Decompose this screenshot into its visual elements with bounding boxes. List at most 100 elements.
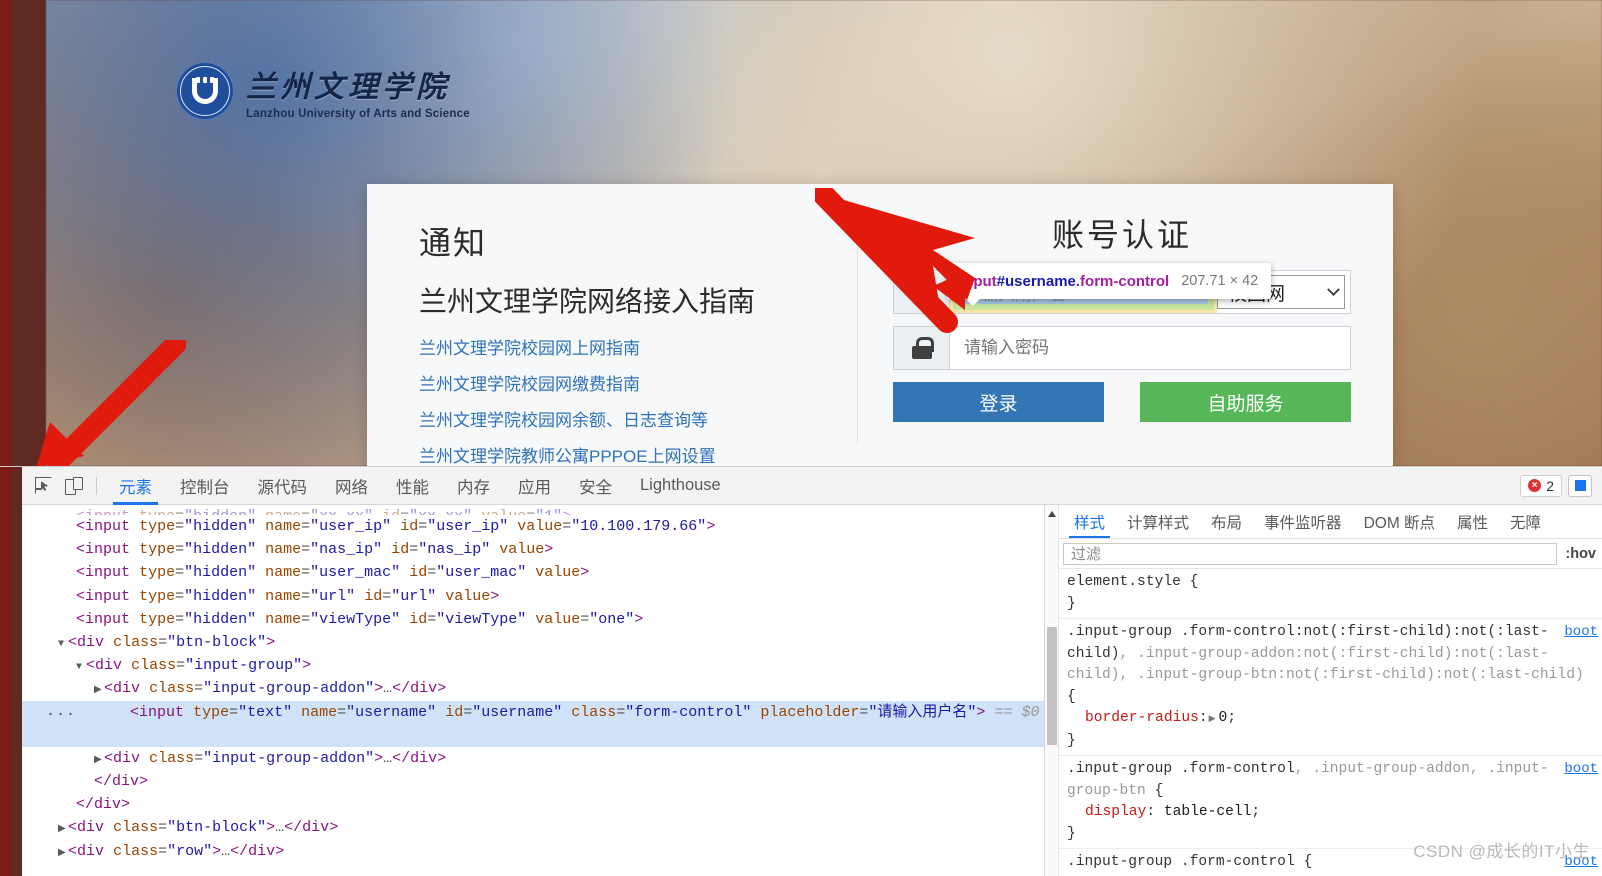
error-count-badge[interactable]: × 2 [1520, 474, 1562, 497]
notice-link[interactable]: 兰州文理学院校园网余额、日志查询等 [419, 406, 857, 431]
dom-tree-pane[interactable]: <input type="hidden" name="xx_xx" id="xx… [22, 505, 1044, 876]
tab-lighthouse[interactable]: Lighthouse [626, 467, 735, 505]
styles-scrollbar[interactable] [1045, 505, 1059, 876]
login-card: 通知 兰州文理学院网络接入指南 兰州文理学院校园网上网指南 兰州文理学院校园网缴… [367, 184, 1393, 466]
hov-toggle[interactable]: :hov [1565, 546, 1598, 562]
dom-tree-row[interactable]: <input type="hidden" name="xx_xx" id="xx… [22, 505, 1044, 515]
dom-tree-row[interactable]: ▶ <div class="row">…</div> [22, 840, 1044, 863]
element-inspect-tooltip: input#username.form-control 207.71 × 42 [947, 263, 1272, 306]
style-property-value[interactable]: table-cell [1164, 804, 1252, 820]
style-property-value[interactable]: 0 [1219, 710, 1228, 726]
notice-link[interactable]: 兰州文理学院校园网缴费指南 [419, 370, 857, 395]
user-icon [911, 281, 933, 303]
styles-tab-dom-breakpoints[interactable]: DOM 断点 [1353, 505, 1446, 538]
dom-tree-row[interactable]: ▼ <div class="btn-block"> [22, 631, 1044, 654]
password-addon [894, 327, 950, 369]
scrollbar-thumb[interactable] [1047, 627, 1057, 745]
styles-tab-styles[interactable]: 样式 [1063, 505, 1116, 538]
styles-body: 样式 计算样式 布局 事件监听器 DOM 断点 属性 无障 过滤 :hov el… [1059, 505, 1602, 876]
password-input-group [893, 326, 1351, 370]
style-source-link[interactable]: boot [1564, 759, 1598, 781]
dom-tree-row[interactable]: ▶ <div class="btn-block">…</div> [22, 816, 1044, 839]
style-rule[interactable]: boot.input-group .form-control { } [1059, 849, 1602, 876]
dom-tree-lines: <input type="hidden" name="xx_xx" id="xx… [22, 505, 1044, 863]
dom-tree-row[interactable]: <input type="hidden" name="user_mac" id=… [22, 561, 1044, 584]
browser-page-area: 兰州文理学院 Lanzhou University of Arts and Sc… [0, 0, 1602, 466]
style-selector[interactable]: .input-group .form-control [1067, 854, 1295, 870]
tab-security[interactable]: 安全 [565, 467, 626, 505]
device-toolbar-button[interactable] [58, 472, 88, 500]
login-button[interactable]: 登录 [893, 382, 1104, 422]
styles-rules-list: element.style { } boot .input-group .form-… [1059, 569, 1602, 876]
style-rule[interactable]: element.style { } [1059, 569, 1602, 619]
style-source-link[interactable]: boot [1564, 852, 1598, 874]
error-count: 2 [1546, 477, 1554, 494]
style-selector[interactable]: element.style [1067, 574, 1181, 590]
style-rule[interactable]: boot .input-group .form-control:not(:firs… [1059, 619, 1602, 756]
auth-title: 账号认证 [1051, 217, 1192, 253]
expand-triangle-icon[interactable]: ▶ [1208, 709, 1219, 731]
username-addon [894, 271, 950, 313]
devtools-toolbar-right: × 2 [1520, 474, 1596, 497]
scroll-up-arrow-icon[interactable] [1048, 511, 1056, 517]
styles-tab-properties[interactable]: 属性 [1446, 505, 1499, 538]
devtools-extra-button[interactable] [1568, 474, 1592, 497]
style-source-link[interactable]: boot [1564, 622, 1598, 644]
dom-tree-row[interactable]: <input type="hidden" name="viewType" id=… [22, 608, 1044, 631]
tab-network[interactable]: 网络 [321, 467, 382, 505]
style-property-name[interactable]: border-radius [1067, 710, 1199, 726]
more-options-icon[interactable]: ··· [46, 703, 76, 726]
toolbar-separator [96, 476, 97, 495]
devtools-left-rail [0, 467, 22, 876]
tooltip-dimensions: 207.71 × 42 [1181, 273, 1259, 289]
dom-tree-row[interactable]: ▶ <div class="input-group-addon">…</div> [22, 677, 1044, 700]
notice-title: 通知 [419, 225, 488, 261]
lock-icon [911, 337, 934, 359]
style-selector-inactive: , .input-group-addon:not(:first-child):n… [1067, 645, 1584, 684]
tab-console[interactable]: 控制台 [166, 467, 244, 505]
devtools-tab-bar: 元素 控制台 源代码 网络 性能 内存 应用 安全 Lighthouse [105, 467, 735, 505]
styles-filter-row: 过滤 :hov [1059, 539, 1602, 569]
tab-memory[interactable]: 内存 [443, 467, 504, 505]
dom-tree-row-selected[interactable]: ··· <input type="text" name="username" i… [22, 700, 1044, 747]
tooltip-tag: input [960, 272, 997, 290]
styles-filter-input[interactable]: 过滤 [1063, 542, 1558, 565]
devtools-panel: 元素 控制台 源代码 网络 性能 内存 应用 安全 Lighthouse × 2 [0, 466, 1602, 876]
device-toolbar-icon [64, 477, 83, 495]
style-property-name[interactable]: display [1067, 804, 1146, 820]
blue-square-icon [1574, 480, 1586, 491]
dom-tree-row[interactable]: ▼ <div class="input-group"> [22, 654, 1044, 677]
dom-tree-row[interactable]: </div> [22, 770, 1044, 793]
tooltip-classes: .form-control [1075, 272, 1170, 290]
tab-application[interactable]: 应用 [504, 467, 565, 505]
styles-tab-layout[interactable]: 布局 [1200, 505, 1253, 538]
notice-links-list: 兰州文理学院校园网上网指南 兰州文理学院校园网缴费指南 兰州文理学院校园网余额、… [419, 334, 857, 466]
dom-tree-row[interactable]: <input type="hidden" name="user_ip" id="… [22, 515, 1044, 538]
styles-tab-event-listeners[interactable]: 事件监听器 [1253, 505, 1353, 538]
inspect-element-icon [34, 477, 52, 494]
dom-tree-row[interactable]: </div> [22, 793, 1044, 816]
logo-english-name: Lanzhou University of Arts and Science [246, 108, 470, 120]
styles-pane: 样式 计算样式 布局 事件监听器 DOM 断点 属性 无障 过滤 :hov el… [1044, 505, 1602, 876]
tab-elements[interactable]: 元素 [105, 467, 166, 505]
notice-section: 通知 兰州文理学院网络接入指南 兰州文理学院校园网上网指南 兰州文理学院校园网缴… [367, 184, 857, 466]
style-selector[interactable]: .input-group .form-control [1067, 761, 1295, 777]
self-service-button[interactable]: 自助服务 [1140, 382, 1351, 422]
notice-link[interactable]: 兰州文理学院教师公寓PPPOE上网设置 [419, 442, 857, 466]
dom-tree-row[interactable]: <input type="hidden" name="nas_ip" id="n… [22, 538, 1044, 561]
styles-tab-computed[interactable]: 计算样式 [1116, 505, 1200, 538]
styles-tab-accessibility[interactable]: 无障 [1499, 505, 1552, 538]
inspect-element-button[interactable] [28, 472, 58, 500]
tooltip-selector: input#username.form-control [960, 273, 1169, 290]
chevron-down-icon [1327, 282, 1340, 296]
tab-performance[interactable]: 性能 [382, 467, 443, 505]
dom-tree-row[interactable]: <input type="hidden" name="url" id="url"… [22, 585, 1044, 608]
style-rule[interactable]: boot .input-group .form-control, .input-g… [1059, 756, 1602, 849]
error-icon: × [1528, 479, 1542, 492]
auth-section: 账号认证 请输入用户名 校园网 [857, 184, 1393, 466]
tab-sources[interactable]: 源代码 [244, 467, 322, 505]
logo-chinese-name: 兰州文理学院 [246, 71, 450, 104]
dom-tree-row[interactable]: ▶ <div class="input-group-addon">…</div> [22, 747, 1044, 770]
password-input[interactable] [950, 327, 1350, 369]
notice-link[interactable]: 兰州文理学院校园网上网指南 [419, 334, 857, 359]
